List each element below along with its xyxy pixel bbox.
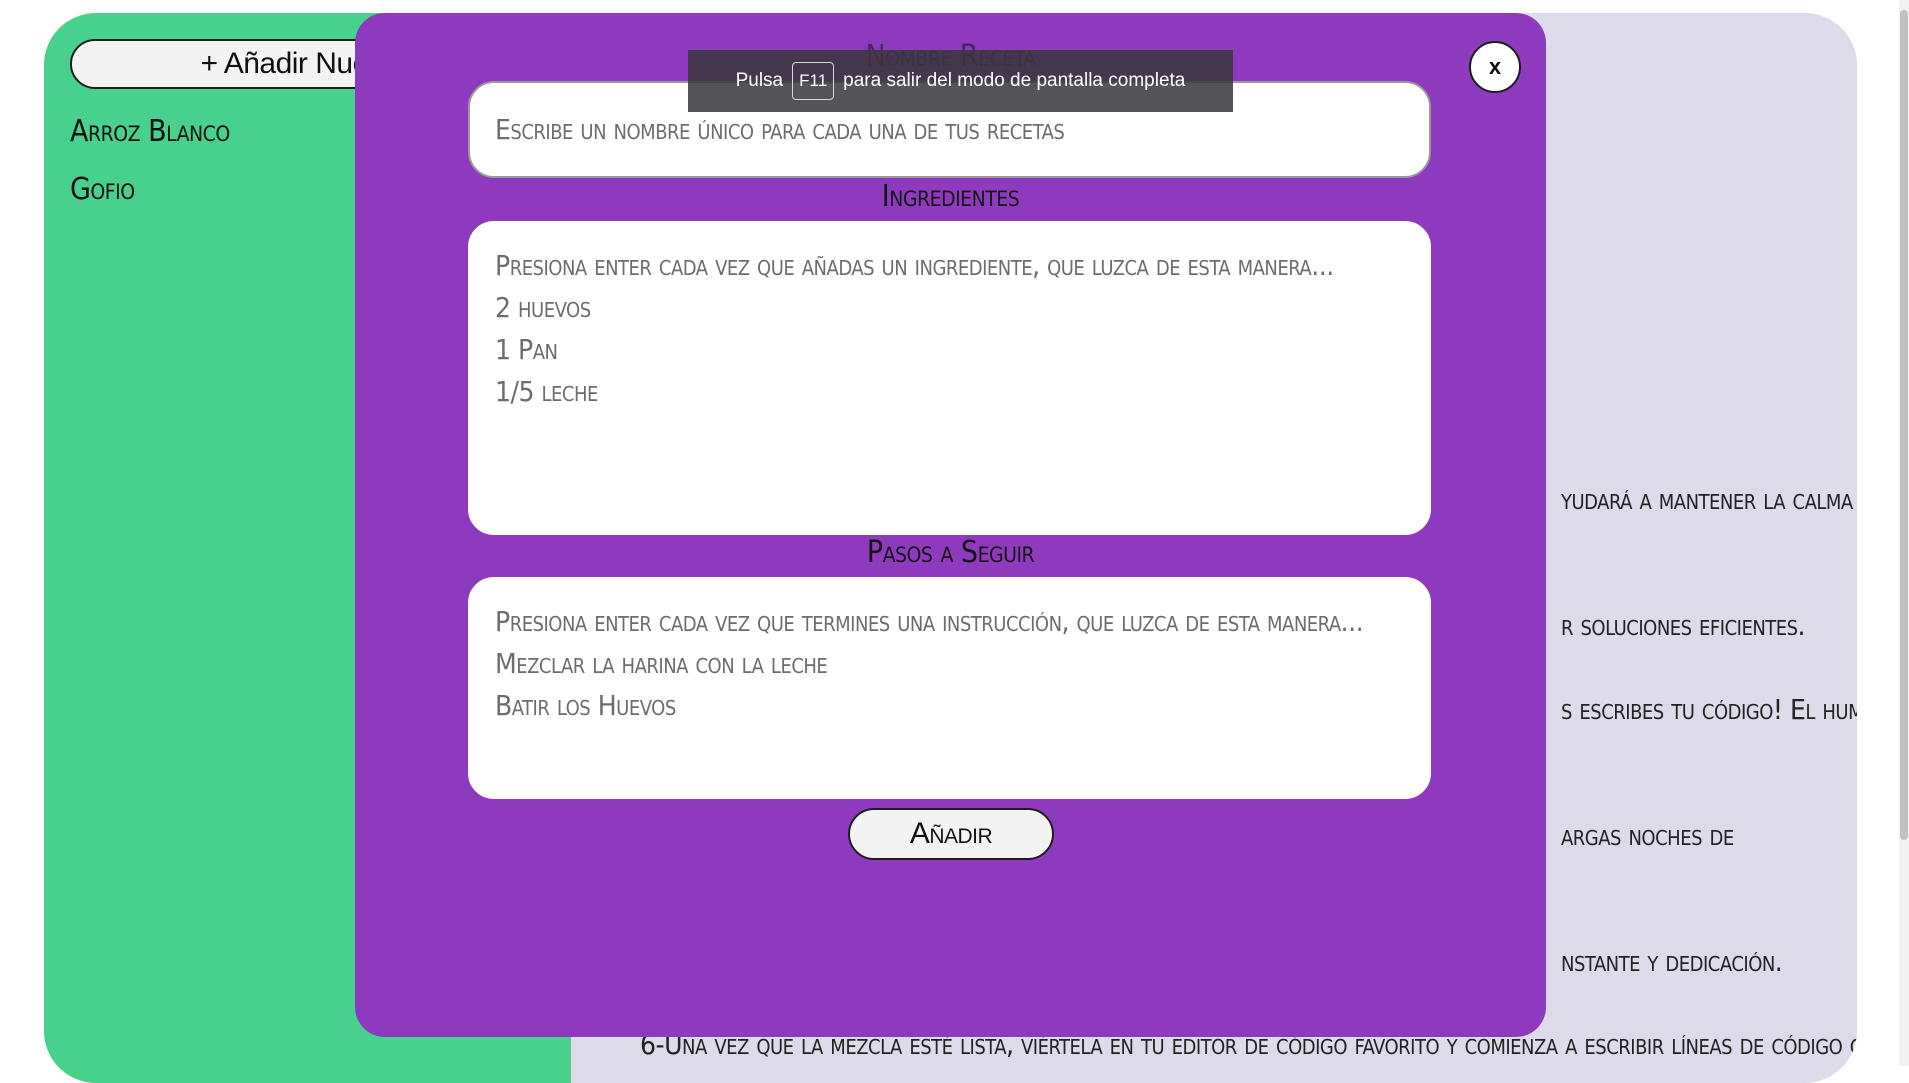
f11-key-badge: F11: [792, 62, 835, 100]
recipe-text-line: s escribes tu código! El humor: [1561, 693, 1857, 726]
recipe-text-line: r soluciones eficientes.: [1561, 609, 1806, 642]
steps-label: Pasos a Seguir: [866, 535, 1035, 570]
fullscreen-exit-toast: Pulsa F11 para salir del modo de pantall…: [688, 50, 1233, 112]
toast-prefix: Pulsa: [735, 70, 784, 91]
scrollbar-thumb[interactable]: [1900, 10, 1908, 840]
ingredients-label: Ingredientes: [881, 179, 1020, 214]
steps-textarea[interactable]: [468, 577, 1431, 799]
recipe-text-line: nstante y dedicación.: [1561, 945, 1783, 978]
add-recipe-modal: x Nombre Receta Ingredientes Pasos a Seg…: [355, 13, 1546, 1037]
recipe-list: Arroz Blanco Gofio: [70, 103, 230, 219]
recipe-text-line: argas noches de: [1561, 819, 1734, 852]
page-scrollbar[interactable]: [1899, 0, 1909, 1066]
recipe-text-line: yudará a mantener la calma: [1561, 483, 1853, 516]
toast-suffix: para salir del modo de pantalla completa: [843, 70, 1186, 91]
ingredients-textarea[interactable]: [468, 221, 1431, 535]
recipe-item-gofio[interactable]: Gofio: [70, 161, 230, 219]
add-recipe-submit-button[interactable]: Añadir: [848, 808, 1054, 860]
recipe-item-arroz-blanco[interactable]: Arroz Blanco: [70, 103, 230, 161]
